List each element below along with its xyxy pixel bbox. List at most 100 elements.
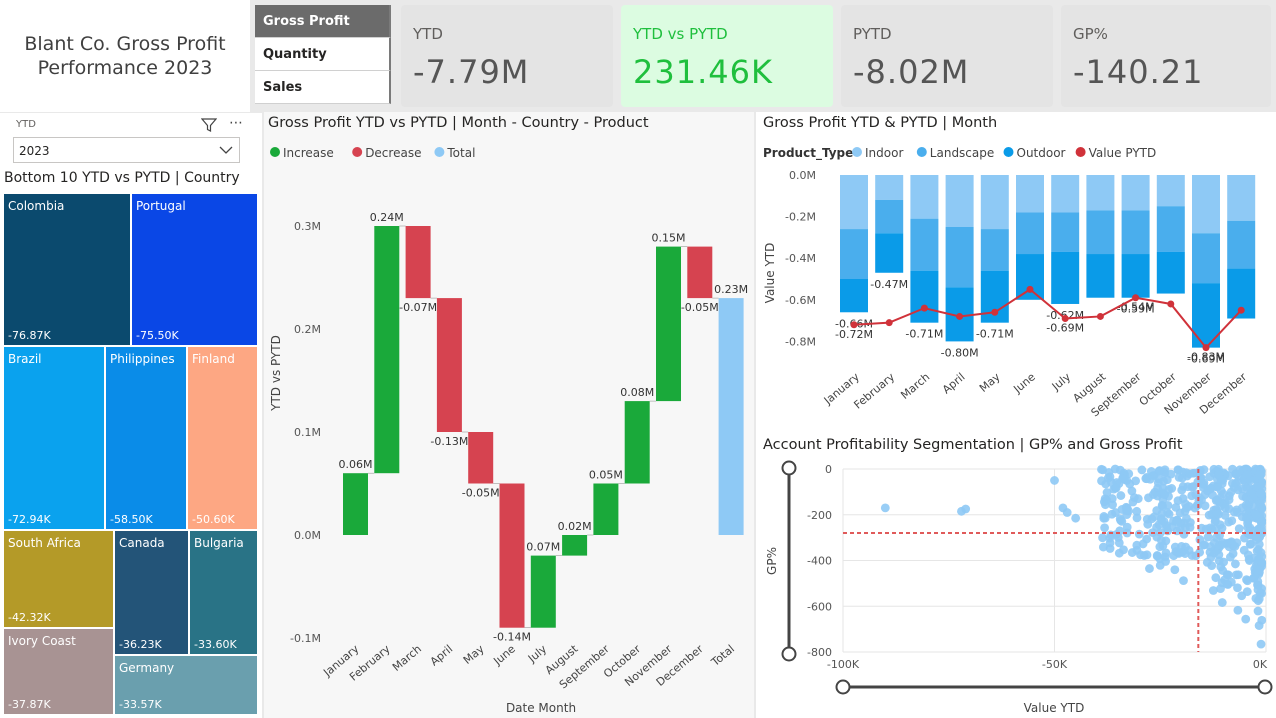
waterfall-bar — [499, 483, 525, 628]
tile-value: -75.50K — [136, 329, 179, 342]
x-tick-label: March — [390, 642, 424, 674]
scatter-point — [1241, 614, 1251, 624]
y-tick-label: 0.2M — [294, 323, 321, 336]
scatter-point — [1155, 542, 1165, 552]
scatter-point — [961, 504, 971, 514]
y-tick-label: -0.1M — [290, 632, 321, 645]
scatter-point — [1071, 513, 1081, 523]
stacked-bar-segment — [875, 199, 904, 234]
scatter-point — [1219, 489, 1228, 499]
scatter-point — [1251, 500, 1260, 510]
tile-name: Germany — [119, 661, 175, 675]
pytd-point — [1061, 315, 1069, 323]
stacked-bar-segment — [910, 175, 939, 219]
slider-handle — [1257, 679, 1273, 695]
scatter-point — [1183, 482, 1193, 492]
tab-sales[interactable]: Sales — [255, 71, 391, 104]
scatter-point — [1134, 529, 1144, 539]
scatter-title: Account Profitability Segmentation | GP%… — [763, 437, 1183, 453]
treemap-tile[interactable]: Ivory Coast -37.87K — [3, 628, 114, 715]
stacked-bar-segment — [945, 175, 974, 227]
waterfall-bar — [374, 226, 400, 474]
y-tick-label: 0 — [825, 463, 832, 476]
data-label: -0.72M — [835, 328, 873, 341]
scatter-point — [1098, 465, 1108, 475]
slicer-value: 2023 — [19, 144, 50, 158]
data-label: -0.71M — [976, 328, 1014, 341]
scatter-point — [1155, 554, 1165, 564]
legend-label: Outdoor — [1017, 146, 1066, 160]
scatter-point — [1229, 507, 1239, 517]
treemap-tile[interactable]: Canada -36.23K — [114, 530, 189, 655]
slider-handle — [835, 679, 851, 695]
waterfall-bar — [530, 555, 556, 628]
tile-name: Philippines — [110, 352, 175, 366]
waterfall-bar — [562, 535, 588, 556]
x-tick-label: -50K — [1042, 658, 1068, 671]
slicer-dropdown[interactable]: 2023 — [13, 137, 240, 163]
y-tick-label: 0.0M — [294, 529, 321, 542]
legend-marker — [1003, 147, 1014, 157]
stacked-bar-segment — [910, 218, 939, 271]
legend-label: Total — [446, 146, 475, 160]
pytd-point — [1096, 312, 1104, 320]
treemap-tile[interactable]: Germany -33.57K — [114, 655, 258, 715]
scatter-point — [1169, 551, 1179, 561]
x-tick-label: April — [940, 370, 968, 396]
scatter-point — [1251, 510, 1261, 520]
scatter-point — [1206, 484, 1216, 494]
stacked-bar-segment — [840, 279, 868, 313]
scatter-point — [1253, 545, 1263, 554]
y-tick-label: -0.2M — [785, 211, 816, 224]
data-label: 0.05M — [589, 469, 623, 482]
scatter-point — [1102, 488, 1112, 497]
tile-value: -76.87K — [8, 329, 51, 342]
treemap-tile[interactable]: Bulgaria -33.60K — [189, 530, 258, 655]
stacked-bar-segment — [980, 175, 1009, 230]
stacked-bar-segment — [1227, 220, 1256, 269]
scatter-point — [1131, 476, 1141, 486]
tab-quantity[interactable]: Quantity — [255, 38, 391, 71]
treemap-tile[interactable]: South Africa -42.32K — [3, 530, 114, 628]
scatter-point — [1253, 554, 1263, 564]
treemap-tile[interactable]: Philippines -58.50K — [105, 346, 187, 530]
legend-label: Landscape — [930, 146, 994, 160]
pytd-point — [1237, 306, 1245, 314]
scatter-point — [1233, 583, 1242, 593]
scatter-point — [1218, 538, 1228, 548]
stacked-bar-segment — [1192, 175, 1220, 234]
waterfall-bar — [405, 226, 431, 299]
more-options-icon[interactable]: ⋯ — [229, 115, 244, 131]
scatter-point — [1100, 513, 1110, 523]
scatter-point — [1154, 474, 1164, 484]
legend-label: Increase — [283, 146, 334, 160]
y-tick-label: 0.1M — [294, 426, 321, 439]
stacked-bar-segment — [1086, 254, 1115, 298]
tab-gross-profit[interactable]: Gross Profit — [255, 5, 391, 38]
kpi-label: YTD — [413, 25, 443, 43]
report-title: Blant Co. Gross Profit Performance 2023 — [0, 0, 250, 112]
scatter-point — [1117, 516, 1127, 526]
scatter-point — [1242, 470, 1252, 480]
x-tick-label: March — [898, 370, 932, 402]
kpi-card-ytd: YTD -7.79M — [401, 5, 613, 107]
treemap-tile[interactable]: Colombia -76.87K — [3, 193, 131, 346]
slider-handle — [781, 460, 797, 476]
scatter-point — [1253, 565, 1263, 575]
x-tick-label: May — [461, 642, 487, 667]
treemap-tile[interactable]: Finland -50.60K — [187, 346, 258, 530]
tile-value: -42.32K — [8, 611, 51, 624]
waterfall-chart: Increase Decrease Total 0.3M 0.2M 0.1M 0.0M -0.… — [269, 146, 748, 715]
scatter-point — [1195, 535, 1205, 544]
filter-icon[interactable] — [200, 117, 218, 137]
tile-name: Portugal — [136, 199, 186, 213]
treemap-title: Bottom 10 YTD vs PYTD | Country — [4, 170, 240, 186]
y-tick-label: -0.4M — [785, 252, 816, 265]
stacked-bar-segment — [1121, 210, 1150, 255]
scatter-point — [1219, 557, 1229, 567]
data-label: 0.23M — [714, 283, 748, 296]
waterfall-bar — [718, 298, 744, 535]
treemap-tile[interactable]: Brazil -72.94K — [3, 346, 105, 530]
treemap-tile[interactable]: Portugal -75.50K — [131, 193, 258, 346]
data-label: 0.02M — [558, 520, 592, 533]
